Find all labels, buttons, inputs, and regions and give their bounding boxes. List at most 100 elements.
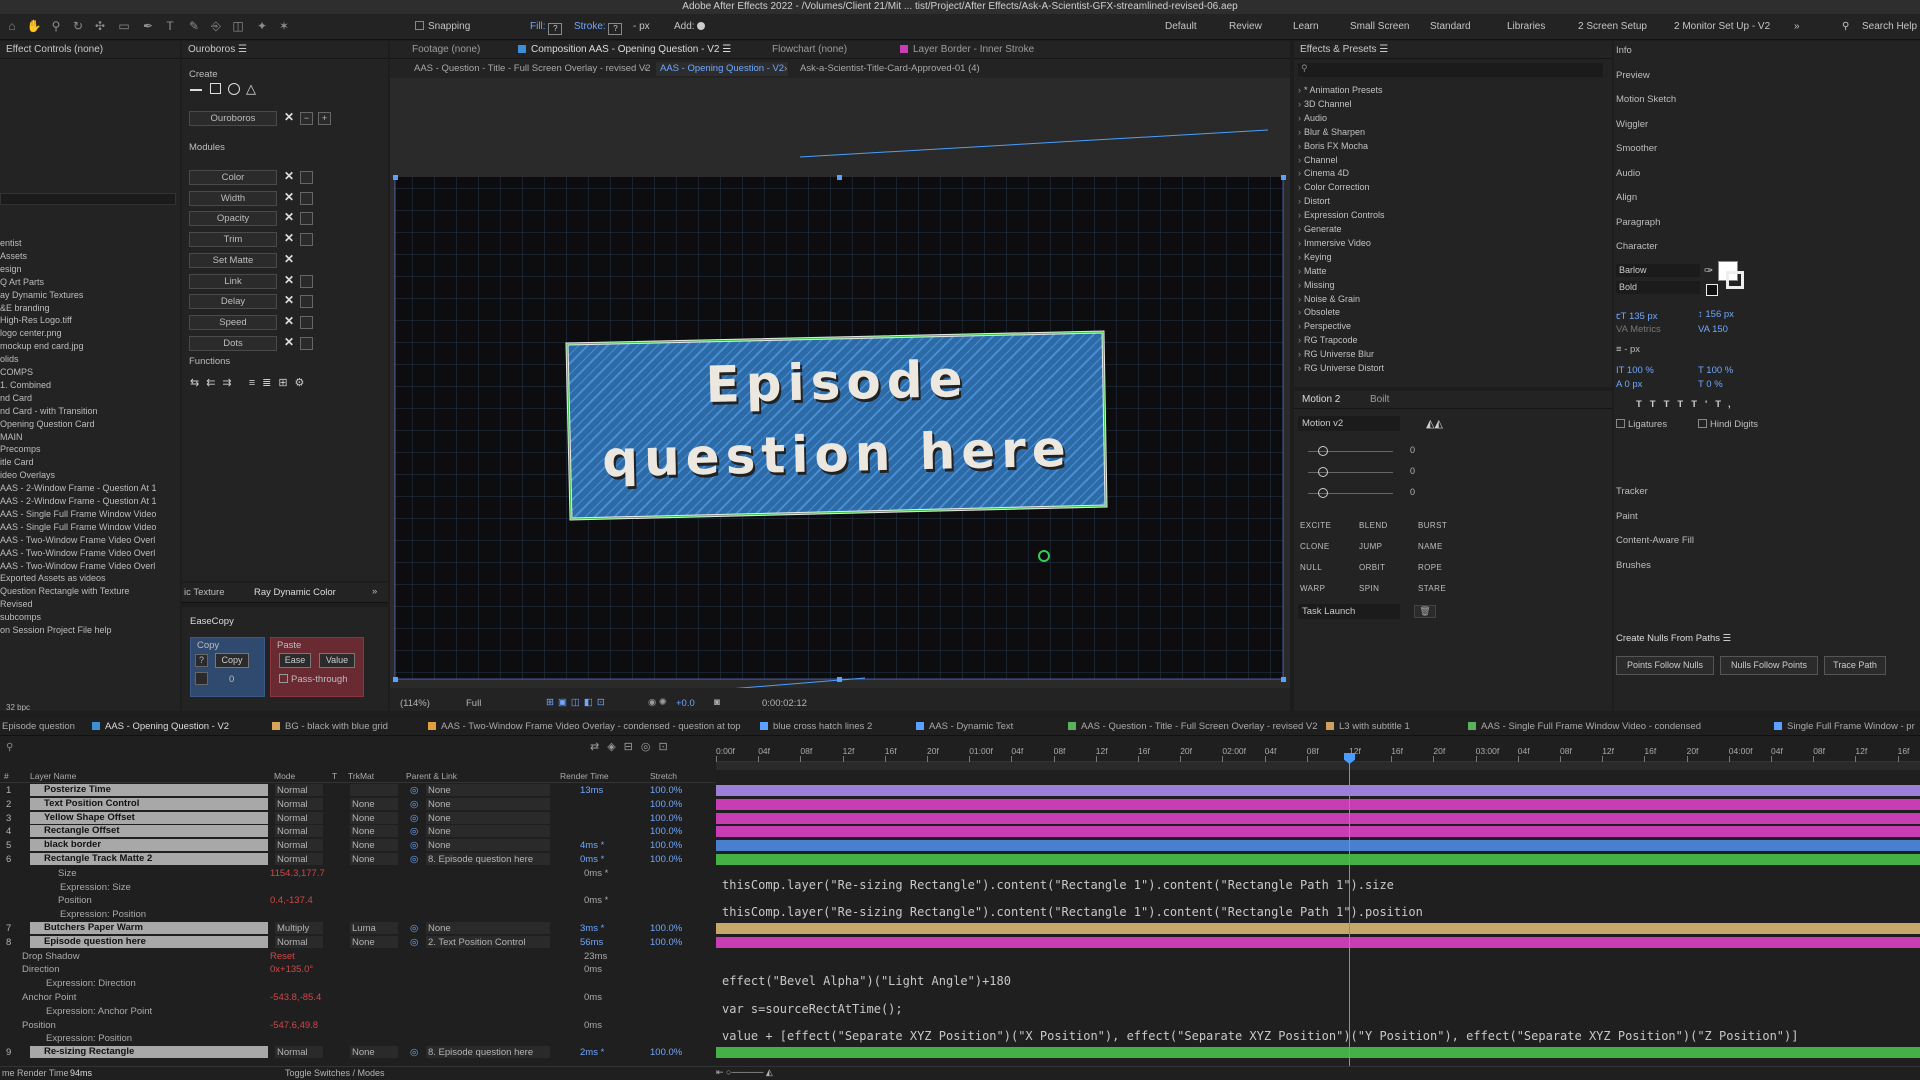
timeline-switch-icons[interactable]: ⇄◈⊟◎⊡ xyxy=(590,740,676,753)
minus-icon[interactable]: − xyxy=(300,112,313,125)
tracking-field[interactable]: VA 150 xyxy=(1698,324,1728,335)
panel-align[interactable]: Align xyxy=(1616,192,1637,203)
property-row[interactable]: Position -547.6,49.8 0ms xyxy=(0,1019,716,1032)
pickwhip-icon[interactable]: ◎ xyxy=(410,798,418,811)
track-matte-dropdown[interactable]: Luma xyxy=(350,922,398,934)
points-follow-nulls-button[interactable]: Points Follow Nulls xyxy=(1616,656,1714,675)
parent-dropdown[interactable]: 8. Episode question here xyxy=(426,1046,550,1059)
flowchart-tab[interactable]: Flowchart (none) xyxy=(772,41,847,59)
panel-menu-icon[interactable]: » xyxy=(372,586,377,597)
stroke-control[interactable]: Stroke: ? xyxy=(574,19,623,35)
motion-tool-blend[interactable]: BLEND xyxy=(1359,521,1388,530)
module-option-icon[interactable] xyxy=(300,274,313,288)
pen-tool-icon[interactable]: ✒ xyxy=(140,18,156,34)
layer-name[interactable]: Text Position Control xyxy=(30,797,268,810)
panel-character[interactable]: Character xyxy=(1616,241,1658,252)
fill-control[interactable]: Fill: ? xyxy=(530,19,563,35)
module-delay-button[interactable]: Delay xyxy=(189,294,277,310)
module-option-icon[interactable] xyxy=(300,171,313,184)
blend-mode-dropdown[interactable]: Normal xyxy=(275,797,323,810)
resolution-dropdown[interactable]: Full xyxy=(466,698,481,709)
workspace-default[interactable]: Default xyxy=(1165,19,1197,35)
project-item[interactable]: Revised xyxy=(0,599,33,609)
hand-tool-icon[interactable]: ✋ xyxy=(26,18,42,34)
font-size-field[interactable]: ꞇT 135 px xyxy=(1616,309,1657,322)
module-color-button[interactable]: Color xyxy=(189,170,277,185)
stroke-width[interactable]: - px xyxy=(633,19,650,35)
workspace-review[interactable]: Review xyxy=(1229,19,1262,35)
effect-category[interactable]: › Generate xyxy=(1298,224,1342,234)
effect-category[interactable]: › Keying xyxy=(1298,252,1332,262)
pickwhip-icon[interactable]: ◎ xyxy=(410,812,418,825)
project-item[interactable]: AAS - Two-Window Frame Video Overl xyxy=(0,561,155,571)
time-ruler[interactable]: 0:00f 04f 08f 12f 16f 20f 01:00f 04f 08f 12f 16f 20… xyxy=(716,736,1920,762)
bounding-handle[interactable] xyxy=(837,677,842,682)
workspace-libraries[interactable]: Libraries xyxy=(1507,19,1545,35)
type-tool-icon[interactable]: T xyxy=(162,18,178,34)
layer-name[interactable]: Rectangle Offset xyxy=(30,825,268,838)
property-row[interactable]: Direction 0x+135.0° 0ms xyxy=(0,963,716,976)
project-item[interactable]: COMPS xyxy=(0,367,33,377)
breadcrumb-2[interactable]: AAS - Opening Question - V2 xyxy=(656,62,789,76)
layer-name[interactable]: Episode question here xyxy=(30,935,268,948)
help-button[interactable]: ? xyxy=(195,654,208,667)
track-matte-dropdown[interactable] xyxy=(350,784,398,796)
effects-search[interactable]: ⚲ xyxy=(1298,63,1603,77)
timeline-tab[interactable]: Episode question xyxy=(2,718,75,736)
playhead[interactable] xyxy=(1349,754,1350,1066)
panel-preview[interactable]: Preview xyxy=(1616,70,1650,81)
timeline-tab[interactable]: AAS - Opening Question - V2 xyxy=(92,718,229,736)
ouroboros-tab[interactable]: Ouroboros ☰ xyxy=(182,41,388,59)
close-icon[interactable]: ✕ xyxy=(284,252,294,266)
parent-dropdown[interactable]: None xyxy=(426,811,550,824)
effects-presets-tab[interactable]: Effects & Presets ☰ xyxy=(1294,41,1612,59)
layer-name[interactable]: Butchers Paper Warm xyxy=(30,922,268,934)
add-menu[interactable]: Add: xyxy=(674,19,706,35)
clone-stamp-icon[interactable]: ⎆ xyxy=(208,18,224,34)
slider-value-1[interactable]: 0 xyxy=(1410,445,1415,455)
ouroboros-name-button[interactable]: Ouroboros xyxy=(189,111,277,126)
effect-category[interactable]: › Noise & Grain xyxy=(1298,294,1360,304)
camera-icon[interactable]: ◙ xyxy=(714,697,720,708)
exposure-value[interactable]: +0.0 xyxy=(676,698,695,709)
panel-paragraph[interactable]: Paragraph xyxy=(1616,217,1660,228)
motion-tool-orbit[interactable]: ORBIT xyxy=(1359,563,1385,572)
column-header[interactable]: Render Time xyxy=(560,770,609,783)
layer-row[interactable]: 3 Yellow Shape Offset Normal None ◎ None 100.0… xyxy=(0,811,716,825)
expression-text[interactable]: value + [effect("Separate XYZ Position")… xyxy=(722,1029,1798,1043)
property-value[interactable]: 1154.3,177.7 xyxy=(270,867,325,880)
motion-tool-null[interactable]: NULL xyxy=(1300,563,1322,572)
project-item[interactable]: AAS - Two-Window Frame Video Overl xyxy=(0,548,155,558)
close-icon[interactable]: ✕ xyxy=(284,190,294,204)
project-item[interactable]: olids xyxy=(0,354,19,364)
panel-tracker[interactable]: Tracker xyxy=(1616,486,1648,497)
effect-category[interactable]: › Perspective xyxy=(1298,321,1351,331)
effect-category[interactable]: › Matte xyxy=(1298,266,1327,276)
tsume-field[interactable]: T 0 % xyxy=(1698,379,1723,390)
view-options-icons[interactable]: ⊞▣◫◧⊡ xyxy=(546,697,609,708)
text-style-buttons[interactable]: TTTTT'T, xyxy=(1636,399,1739,410)
module-trim-button[interactable]: Trim xyxy=(189,232,277,248)
workspace-standard[interactable]: Standard xyxy=(1430,19,1471,35)
effect-category[interactable]: › Audio xyxy=(1298,113,1327,123)
track-matte-dropdown[interactable]: None xyxy=(350,935,398,948)
stretch-value[interactable]: 100.0% xyxy=(650,825,682,838)
project-item[interactable]: logo center.png xyxy=(0,328,62,338)
color-wheel-icon[interactable]: ◉ ✺ xyxy=(648,697,667,708)
motion-tool-stare[interactable]: STARE xyxy=(1418,584,1446,593)
panel-wiggler[interactable]: Wiggler xyxy=(1616,119,1648,130)
workspace-2-screen-setup[interactable]: 2 Screen Setup xyxy=(1578,19,1647,35)
layer-bar[interactable] xyxy=(716,812,1920,824)
line-shape-icon[interactable] xyxy=(190,89,202,91)
parent-dropdown[interactable]: None xyxy=(426,922,550,934)
layer-bar[interactable] xyxy=(716,840,1920,852)
font-style-dropdown[interactable]: Bold xyxy=(1616,281,1700,294)
vertical-scale-field[interactable]: IT 100 % xyxy=(1616,365,1654,376)
property-value[interactable]: 0x+135.0° xyxy=(270,963,313,976)
breadcrumb-3[interactable]: Ask-a-Scientist-Title-Card-Approved-01 (… xyxy=(800,62,980,76)
timeline-tab[interactable]: blue cross hatch lines 2 xyxy=(760,718,872,736)
zoom-slider-icon[interactable]: ⇤ ○───── ◭ xyxy=(716,1067,773,1078)
property-row[interactable]: Drop Shadow Reset 23ms xyxy=(0,950,716,963)
parent-dropdown[interactable]: None xyxy=(426,797,550,810)
project-item[interactable]: AAS - Single Full Frame Window Video xyxy=(0,509,156,519)
